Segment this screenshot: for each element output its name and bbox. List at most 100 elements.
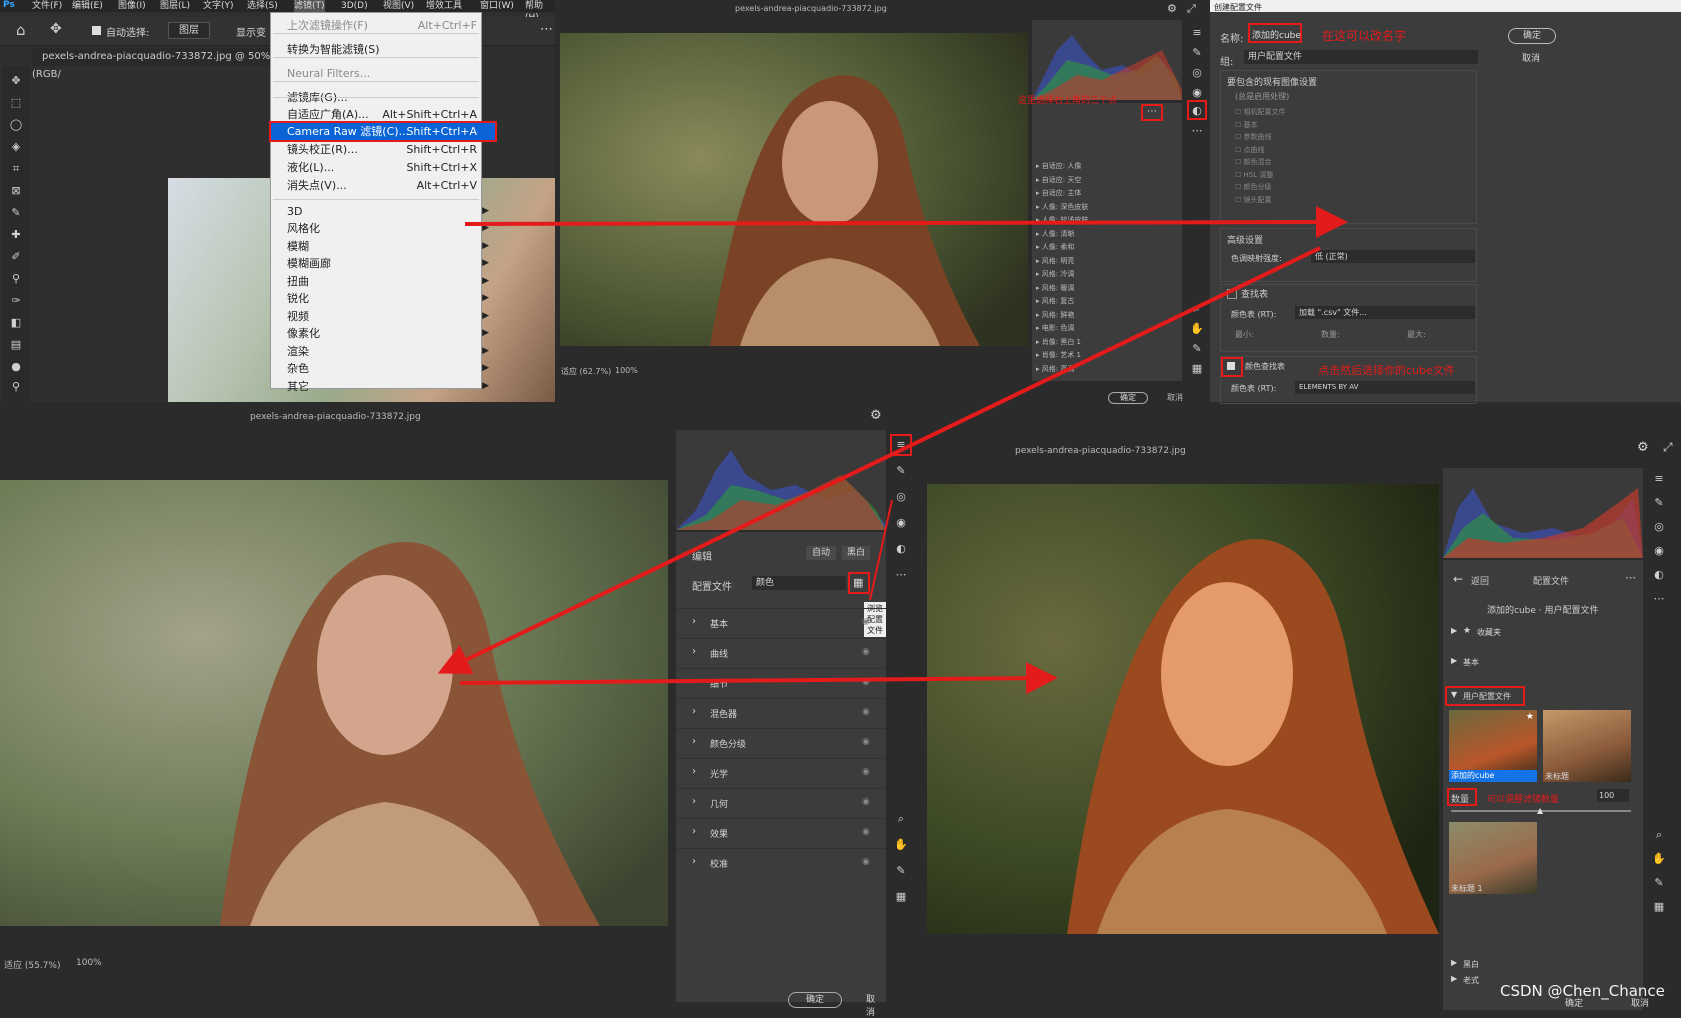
bl-cancel-button[interactable]: 取消 [866, 992, 875, 1018]
br-redeye-icon[interactable]: ◉ [1651, 544, 1667, 558]
eyedropper-icon[interactable]: ✎ [8, 206, 24, 220]
br-grid-icon[interactable]: ▦ [1651, 900, 1667, 914]
back-arrow-icon[interactable]: ← [1453, 572, 1463, 586]
filter-menu-item[interactable]: 自适应广角(A)... Alt+Shift+Ctrl+A [271, 106, 495, 123]
bl-ok-button[interactable]: 确定 [788, 992, 842, 1008]
crop-icon[interactable]: ⌗ [8, 162, 24, 176]
frame-icon[interactable]: ⊠ [8, 184, 24, 198]
edit-section[interactable]: › 混色器 ◉ [676, 698, 886, 727]
top-zoom[interactable]: 100% [615, 366, 638, 375]
thumb-untitled-1[interactable]: 未标题 1 [1449, 822, 1537, 894]
preset-group[interactable]: ▸ 风格: 高调 [1036, 364, 1074, 374]
br-settings-icon[interactable]: ⚙ [1637, 440, 1649, 455]
top-zoom-fit[interactable]: 适应 (62.7%) [561, 366, 611, 377]
settings-checkbox-item[interactable]: ☐ 颜色混合 [1235, 157, 1272, 167]
back-label[interactable]: 返回 [1471, 574, 1489, 587]
menubar-item[interactable]: 增效工具 [426, 0, 462, 12]
eye-icon[interactable]: ◉ [862, 857, 870, 867]
top-ok-button[interactable]: 确定 [1108, 392, 1148, 404]
layer-select[interactable]: 图层 [168, 22, 210, 39]
filter-menu-item[interactable]: 扭曲 ▶ [271, 273, 495, 290]
eraser-icon[interactable]: ◧ [8, 316, 24, 330]
filter-menu-item[interactable]: Camera Raw 滤镜(C)... Shift+Ctrl+A [269, 121, 497, 142]
preset-group[interactable]: ▸ 风格: 冷调 [1036, 269, 1074, 279]
bl-zoom[interactable]: 100% [76, 958, 102, 968]
profiles-more-icon[interactable]: ⋯ [1625, 571, 1636, 584]
auto-button[interactable]: 自动 [806, 546, 836, 560]
lookup-checkbox[interactable] [1227, 289, 1237, 299]
settings-icon[interactable]: ⚙ [1167, 2, 1177, 15]
presets-icon[interactable]: ◐ [1189, 104, 1205, 118]
fullscreen-icon[interactable]: ⤢ [1187, 2, 1196, 16]
auto-select-checkbox[interactable] [92, 26, 101, 35]
eye-icon[interactable]: ◉ [862, 677, 870, 687]
home-icon[interactable]: ⌂ [16, 21, 26, 39]
preset-group[interactable]: ▸ 人像: 深色皮肤 [1036, 202, 1088, 212]
settings-checkbox-item[interactable]: ☐ 基本 [1235, 120, 1258, 130]
edit-section[interactable]: › 校准 ◉ [676, 848, 886, 877]
filter-menu-item[interactable]: 3D ▶ [271, 203, 495, 220]
bl-settings-icon[interactable]: ⚙ [870, 408, 882, 423]
br-presets-icon[interactable]: ◐ [1651, 568, 1667, 582]
dialog-cancel-button[interactable]: 取消 [1508, 52, 1554, 66]
filter-menu-item[interactable]: 杂色 ▶ [271, 360, 495, 377]
eye-icon[interactable]: ◉ [862, 737, 870, 747]
sampler-icon[interactable]: ✎ [1189, 342, 1205, 356]
preset-group[interactable]: ▸ 电影: 色调 [1036, 323, 1074, 333]
menubar-item[interactable]: 文件(F) [32, 0, 62, 12]
filter-menu-item[interactable]: Neural Filters... [271, 65, 495, 82]
menubar-item[interactable]: 编辑(E) [72, 0, 103, 12]
menubar-item[interactable]: 图像(I) [118, 0, 146, 12]
br-heal-icon[interactable]: ✎ [1651, 496, 1667, 510]
br-hand-icon[interactable]: ✋ [1651, 852, 1667, 866]
grid-icon[interactable]: ▦ [1189, 362, 1205, 376]
top-more-icon[interactable]: ⋯ [1147, 106, 1157, 117]
zoom-tool-icon[interactable]: ⌕ [893, 812, 909, 826]
br-fullscreen-icon[interactable]: ⤢ [1663, 440, 1673, 455]
browse-profiles-icon[interactable]: ▦ [853, 576, 863, 589]
preset-group[interactable]: ▸ 风格: 明亮 [1036, 256, 1074, 266]
color-table-select[interactable]: 加载 ".csv" 文件... [1295, 306, 1475, 319]
menubar-item[interactable]: 窗口(W) [480, 0, 514, 12]
sampler-tool-icon[interactable]: ✎ [893, 864, 909, 878]
edit-section[interactable]: › 效果 ◉ [676, 818, 886, 847]
move-icon[interactable]: ✥ [8, 74, 24, 88]
preset-group[interactable]: ▸ 自适应: 主体 [1036, 188, 1081, 198]
filter-menu-item[interactable]: 上次滤镜操作(F) Alt+Ctrl+F [271, 17, 495, 34]
redeye-tool-icon[interactable]: ◉ [893, 516, 909, 530]
preset-group[interactable]: ▸ 风格: 鲜艳 [1036, 310, 1074, 320]
eye-icon[interactable]: ◉ [862, 797, 870, 807]
hand-icon[interactable]: ✋ [1189, 322, 1205, 336]
filter-menu-item[interactable]: 像素化 ▶ [271, 325, 495, 342]
presets-tool-icon[interactable]: ◐ [893, 542, 909, 556]
more-tool-icon[interactable]: ⋯ [893, 568, 909, 582]
zoom-icon[interactable]: ⌕ [1189, 302, 1205, 316]
menubar-item[interactable]: 图层(L) [160, 0, 190, 12]
mask-tool-icon[interactable]: ◎ [893, 490, 909, 504]
menubar-item[interactable]: 文字(Y) [203, 0, 234, 12]
preset-group[interactable]: ▸ 人像: 清晰 [1036, 229, 1074, 239]
profile-section[interactable]: ▶ ★ 收藏夹 [1443, 626, 1643, 640]
settings-checkbox-item[interactable]: ☐ HSL 调整 [1235, 170, 1273, 180]
redeye-icon[interactable]: ◉ [1189, 86, 1205, 100]
edit-section[interactable]: › 基本 ◉ [676, 608, 886, 637]
name-input[interactable]: 添加的cube [1252, 28, 1301, 41]
more-icon[interactable]: ⋯ [540, 22, 553, 37]
color-lookup-checkbox[interactable] [1227, 362, 1235, 370]
blur-icon[interactable]: ● [8, 360, 24, 374]
preset-group[interactable]: ▸ 自适应: 天空 [1036, 175, 1081, 185]
hand-tool-icon[interactable]: ✋ [893, 838, 909, 852]
history-brush-icon[interactable]: ✑ [8, 294, 24, 308]
ps-tab[interactable]: pexels-andrea-piacquadio-733872.jpg @ 50… [32, 48, 272, 80]
tone-map-select[interactable]: 低 (正常) [1311, 250, 1475, 263]
menubar-item[interactable]: 3D(D) [341, 0, 368, 12]
menubar-item[interactable]: 选择(S) [247, 0, 278, 12]
menubar-item[interactable]: 滤镜(T) [294, 0, 325, 12]
amount-value[interactable]: 100 [1597, 789, 1629, 802]
preset-group[interactable]: ▸ 风格: 复古 [1036, 296, 1074, 306]
edit-section[interactable]: › 曲线 ◉ [676, 638, 886, 667]
eye-icon[interactable]: ◉ [862, 647, 870, 657]
eye-icon[interactable]: ◉ [862, 827, 870, 837]
preset-group[interactable]: ▸ 人像: 较浅皮肤 [1036, 215, 1088, 225]
thumb-star-icon[interactable]: ★ [1526, 712, 1534, 722]
